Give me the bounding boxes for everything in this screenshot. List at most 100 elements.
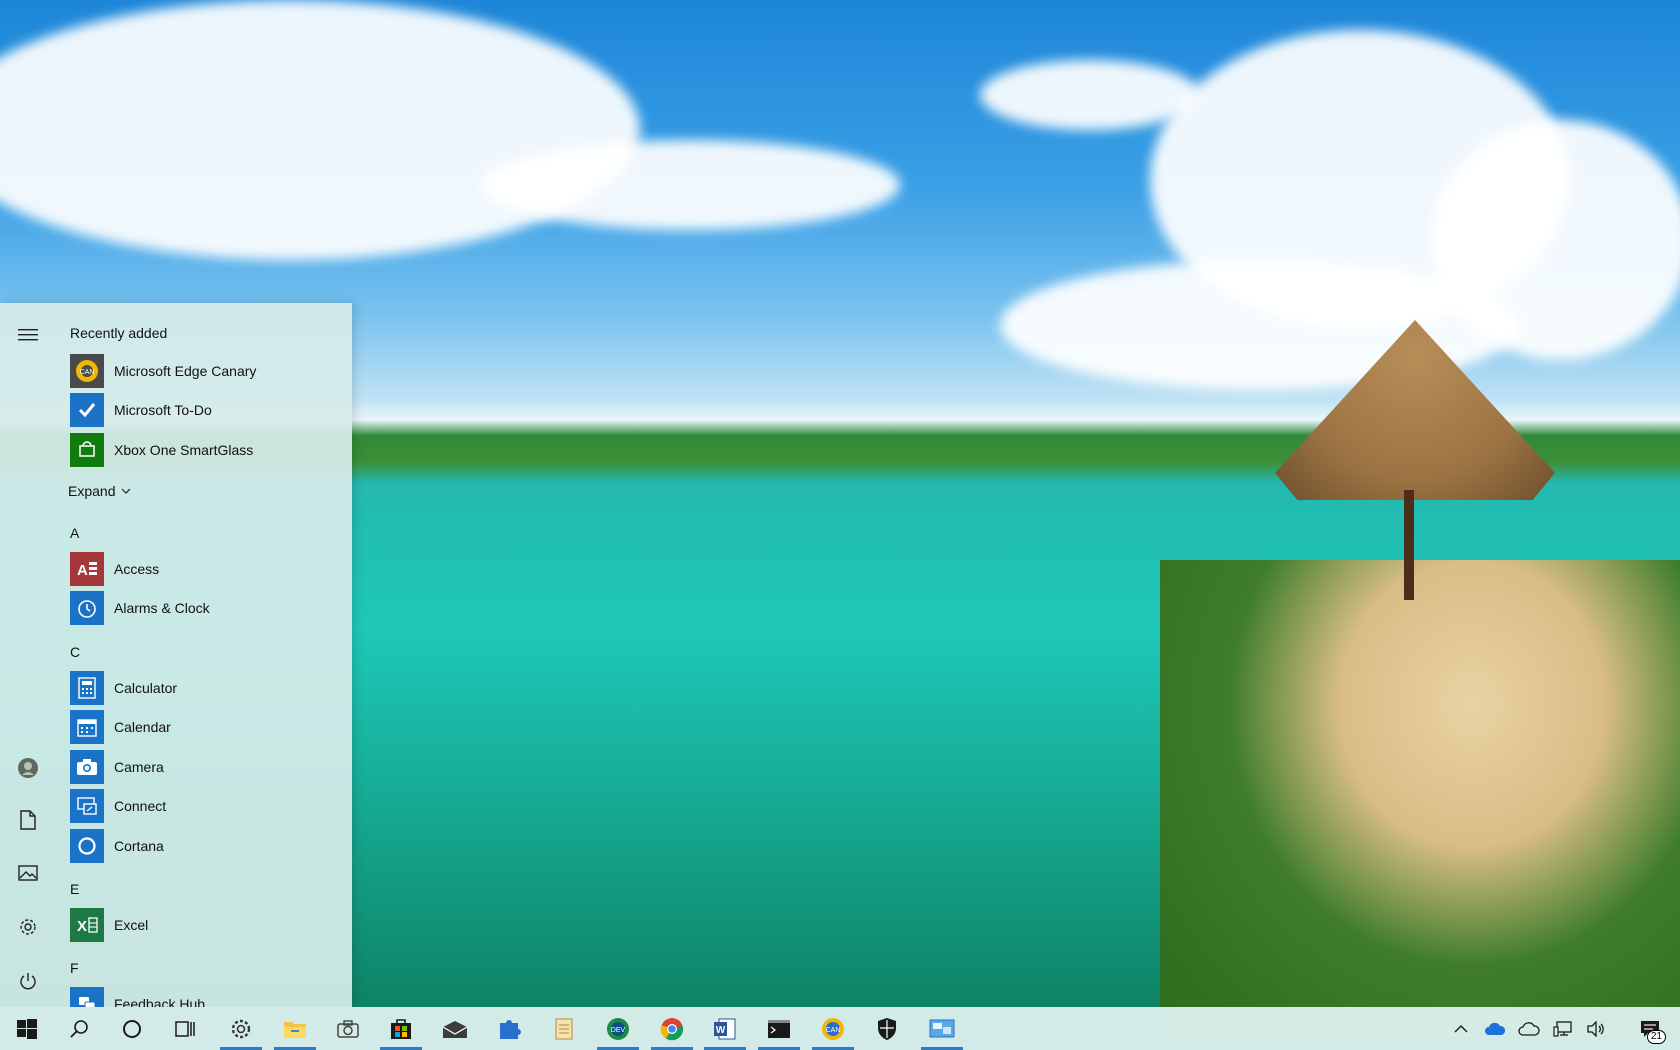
app-item-cortana[interactable]: Cortana	[70, 828, 340, 864]
search-button[interactable]	[54, 1007, 104, 1050]
remote-desktop-icon	[929, 1019, 955, 1037]
pictures-icon[interactable]	[8, 853, 48, 893]
app-item-xbox-smartglass[interactable]: Xbox One SmartGlass	[70, 432, 340, 468]
cloud	[480, 140, 900, 230]
app-item-camera[interactable]: Camera	[70, 749, 340, 785]
task-view-icon	[175, 1020, 195, 1037]
taskbar-security-button[interactable]	[862, 1007, 912, 1050]
svg-text:DEV: DEV	[611, 1027, 626, 1034]
taskbar-settings-button[interactable]	[216, 1007, 266, 1050]
calendar-icon	[70, 710, 104, 744]
network-icon	[1553, 1020, 1572, 1037]
app-item-edge-canary[interactable]: CAN Microsoft Edge Canary	[70, 353, 340, 389]
app-item-connect[interactable]: Connect	[70, 788, 340, 824]
app-label: Xbox One SmartGlass	[114, 442, 254, 458]
app-item-alarms-clock[interactable]: Alarms & Clock	[70, 590, 340, 626]
chevron-up-icon	[1454, 1025, 1468, 1033]
cloud	[980, 60, 1200, 130]
tray-network-button[interactable]	[1548, 1007, 1578, 1050]
expand-button[interactable]: Expand	[68, 483, 131, 499]
app-item-calculator[interactable]: Calculator	[70, 670, 340, 706]
camera-icon	[70, 750, 104, 784]
app-item-feedback-hub[interactable]: Feedback Hub	[70, 986, 340, 1007]
svg-text:W: W	[716, 1025, 726, 1036]
cloud-outline-icon	[1518, 1021, 1540, 1036]
action-center-button[interactable]: 21	[1630, 1007, 1670, 1050]
taskbar-teams-button[interactable]	[484, 1007, 534, 1050]
edge-canary-icon: CAN	[822, 1017, 844, 1040]
tray-onedrive-button[interactable]	[1480, 1007, 1510, 1050]
app-item-todo[interactable]: Microsoft To-Do	[70, 392, 340, 428]
access-icon: A	[70, 552, 104, 586]
start-menu: Recently added CAN Microsoft Edge Canary…	[0, 303, 352, 1007]
taskbar-remote-desktop-button[interactable]	[917, 1007, 967, 1050]
svg-text:CAN: CAN	[826, 1027, 841, 1034]
documents-icon[interactable]	[8, 800, 48, 840]
recently-added-title: Recently added	[70, 325, 168, 341]
letter-header-f[interactable]: F	[70, 960, 79, 976]
power-icon[interactable]	[8, 961, 48, 1001]
letter-header-a[interactable]: A	[70, 525, 79, 541]
taskbar-chrome-button[interactable]	[647, 1007, 697, 1050]
word-icon: W	[714, 1018, 736, 1039]
taskbar-terminal-button[interactable]	[754, 1007, 804, 1050]
taskbar-notepad-button[interactable]	[539, 1007, 589, 1050]
cortana-button[interactable]	[107, 1007, 157, 1050]
umbrella-pole	[1404, 490, 1414, 600]
app-item-access[interactable]: A Access	[70, 551, 340, 587]
app-list: Recently added CAN Microsoft Edge Canary…	[56, 303, 352, 1007]
app-label: Cortana	[114, 838, 164, 854]
settings-gear-icon	[231, 1019, 251, 1038]
taskbar-edge-dev-button[interactable]: DEV	[593, 1007, 643, 1050]
taskbar-edge-canary-button[interactable]: CAN	[808, 1007, 858, 1050]
start-button[interactable]	[2, 1007, 52, 1050]
xbox-smartglass-icon	[70, 433, 104, 467]
app-item-calendar[interactable]: Calendar	[70, 709, 340, 745]
cloud	[0, 0, 640, 260]
user-avatar-icon[interactable]	[8, 748, 48, 788]
excel-icon: X	[70, 908, 104, 942]
taskbar-mail-button[interactable]	[430, 1007, 480, 1050]
app-label: Calculator	[114, 680, 178, 696]
feedback-hub-icon	[70, 987, 104, 1007]
settings-gear-icon[interactable]	[8, 907, 48, 947]
notepad-icon	[555, 1018, 573, 1039]
app-label: Alarms & Clock	[114, 600, 210, 616]
taskbar: DEV W CAN 21	[0, 1007, 1680, 1050]
svg-text:X: X	[77, 918, 87, 935]
taskbar-file-explorer-button[interactable]	[270, 1007, 320, 1050]
tray-onedrive-personal-button[interactable]	[1514, 1007, 1544, 1050]
beach	[1160, 560, 1680, 1040]
taskbar-word-button[interactable]: W	[700, 1007, 750, 1050]
app-label: Connect	[114, 798, 167, 814]
taskbar-store-button[interactable]	[376, 1007, 426, 1050]
volume-icon	[1587, 1020, 1604, 1037]
letter-header-c[interactable]: C	[70, 644, 80, 660]
alarm-clock-icon	[70, 591, 104, 625]
letter-header-e[interactable]: E	[70, 881, 79, 897]
camera-icon	[337, 1019, 359, 1038]
tray-overflow-button[interactable]	[1446, 1007, 1476, 1050]
chevron-down-icon	[122, 488, 131, 494]
app-label: Excel	[114, 917, 149, 933]
app-label: Camera	[114, 759, 164, 775]
windows-logo-icon	[17, 1018, 37, 1039]
tray-volume-button[interactable]	[1581, 1007, 1611, 1050]
calculator-icon	[70, 671, 104, 705]
taskbar-camera-button[interactable]	[323, 1007, 373, 1050]
app-item-excel[interactable]: X Excel	[70, 907, 340, 943]
task-view-button[interactable]	[160, 1007, 210, 1050]
cortana-circle-icon	[123, 1019, 141, 1038]
terminal-icon	[768, 1019, 790, 1038]
app-label: Feedback Hub	[114, 996, 206, 1007]
app-label: Calendar	[114, 719, 171, 735]
notification-count-badge: 21	[1646, 1030, 1666, 1044]
expand-label: Expand	[68, 483, 116, 499]
cloud	[1430, 120, 1680, 360]
edge-dev-icon: DEV	[607, 1017, 629, 1040]
puzzle-app-icon	[500, 1019, 521, 1039]
menu-hamburger-icon[interactable]	[8, 315, 48, 355]
svg-text:CAN: CAN	[80, 369, 95, 376]
onedrive-cloud-icon	[1485, 1022, 1506, 1035]
connect-icon	[70, 789, 104, 823]
